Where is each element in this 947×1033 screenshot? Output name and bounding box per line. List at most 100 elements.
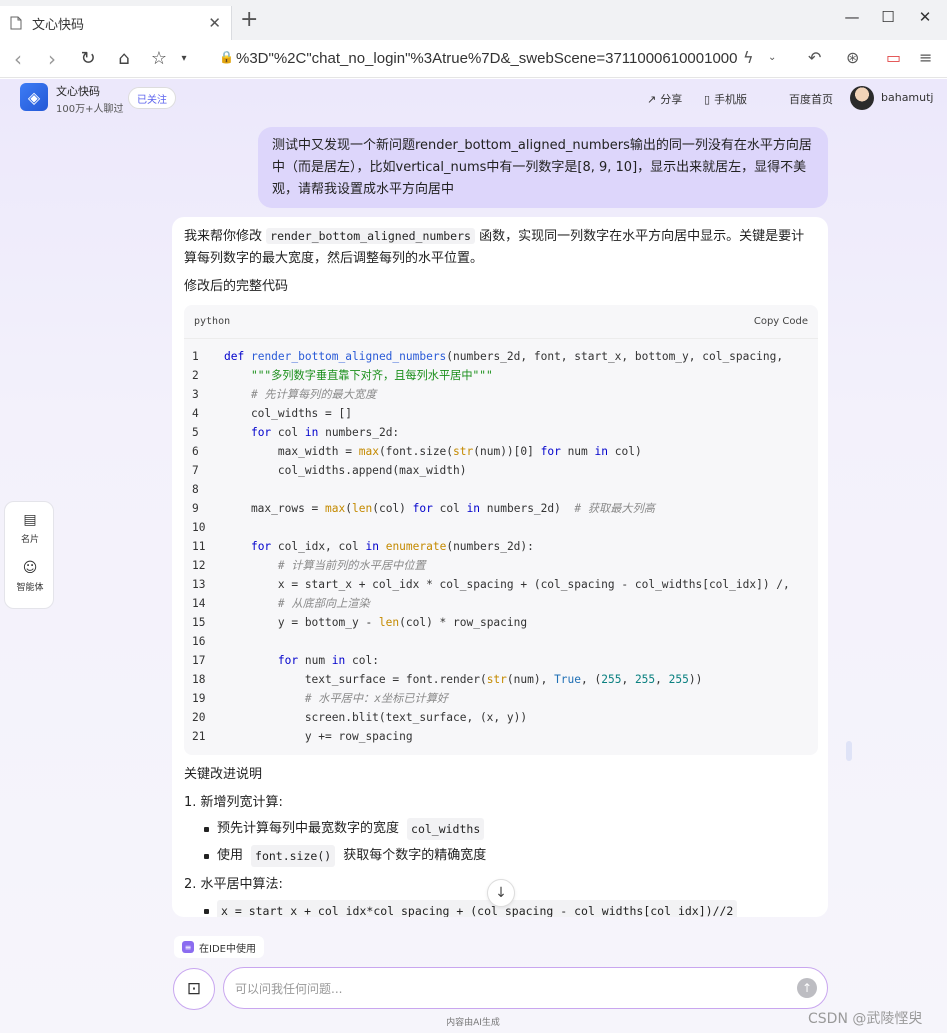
page-icon <box>10 16 24 30</box>
minimize-icon[interactable]: — <box>832 8 872 26</box>
code-body: 1 def render_bottom_aligned_numbers(numbe… <box>184 339 818 746</box>
brand-name[interactable]: 文心快码 <box>56 83 100 99</box>
mobile-version-button[interactable]: ▯ 手机版 <box>704 91 747 107</box>
line-number: 10 <box>192 521 206 534</box>
line-code: col_widths.append(max_width) <box>224 464 467 477</box>
code-line: 4 col_widths = [] <box>184 404 818 423</box>
code-line: 11 for col_idx, col in enumerate(numbers… <box>184 537 818 556</box>
extension-icon[interactable]: ⊛ <box>846 48 859 67</box>
code-line: 18 text_surface = font.render(str(num), … <box>184 670 818 689</box>
bullet-icon <box>204 826 209 832</box>
assistant-answer: 我来帮你修改 render_bottom_aligned_numbers 函数，… <box>172 217 828 917</box>
comment-icon[interactable]: ▭ <box>886 48 901 67</box>
line-code: max_width = max(font.size(str(num))[0] f… <box>224 445 642 458</box>
share-icon: ↗ <box>647 92 657 106</box>
share-button[interactable]: ↗ 分享 <box>647 91 682 107</box>
address-bar: ‹ › ↻ ⌂ ☆ ▾ 🔒 %3D"%2C"chat_no_login"%3At… <box>0 40 947 78</box>
plugin-icon: ⊡ <box>186 979 202 999</box>
code-line: 5 for col in numbers_2d: <box>184 423 818 442</box>
code-line: 17 for num in col: <box>184 651 818 670</box>
line-number: 2 <box>192 369 199 382</box>
browser-tabbar: 文心快码 ✕ + — ☐ ✕ <box>0 0 947 40</box>
line-code: screen.blit(text_surface, (x, y)) <box>224 711 528 724</box>
lightning-icon[interactable]: ϟ <box>743 48 754 67</box>
brand-logo-icon[interactable]: ◈ <box>20 83 48 111</box>
line-number: 3 <box>192 388 199 401</box>
plugin-button[interactable]: ⊡ <box>173 968 215 1010</box>
copy-code-button[interactable]: Copy Code <box>754 316 808 327</box>
line-number: 19 <box>192 692 206 705</box>
url-field[interactable]: %3D"%2C"chat_no_login"%3Atrue%7D&_swebSc… <box>236 50 741 67</box>
username[interactable]: bahamutj <box>881 91 934 104</box>
follow-button[interactable]: 已关注 <box>128 87 176 109</box>
explain-subitem: 预先计算每列中最宽数字的宽度 col_widths <box>204 818 818 840</box>
answer-intro: 我来帮你修改 render_bottom_aligned_numbers 函数，… <box>184 228 805 266</box>
line-number: 14 <box>192 597 206 610</box>
bookmark-star-icon[interactable]: ☆ <box>147 47 171 71</box>
user-message: 测试中又发现一个新问题render_bottom_aligned_numbers… <box>258 127 828 208</box>
line-number: 17 <box>192 654 206 667</box>
maximize-icon[interactable]: ☐ <box>868 8 908 26</box>
chevron-down-icon[interactable]: ▾ <box>172 47 196 71</box>
line-code: for col in numbers_2d: <box>250 426 400 439</box>
back-icon[interactable]: ‹ <box>6 47 30 71</box>
line-code: max_rows = max(len(col) for col in numbe… <box>224 502 655 515</box>
line-code: def render_bottom_aligned_numbers(number… <box>224 350 784 363</box>
line-number: 7 <box>192 464 199 477</box>
send-button[interactable]: ↑ <box>797 978 817 998</box>
chat-input-box: ↑ <box>223 967 828 1009</box>
line-number: 15 <box>192 616 206 629</box>
card-icon: ▤ <box>23 512 37 528</box>
forward-icon[interactable]: › <box>40 47 64 71</box>
line-code: y += row_spacing <box>224 730 413 743</box>
code-line: 3 # 先计算每列的最大宽度 <box>184 385 818 404</box>
line-code: for col_idx, col in enumerate(numbers_2d… <box>250 540 534 553</box>
tab-title: 文心快码 <box>32 17 85 33</box>
close-window-icon[interactable]: ✕ <box>905 8 945 26</box>
scroll-down-button[interactable]: ↓ <box>487 879 515 907</box>
side-panel: ▤ 名片 ☺ 智能体 <box>4 501 54 609</box>
line-number: 11 <box>192 540 206 553</box>
line-code: # 计算当前列的水平居中位置 <box>277 559 426 572</box>
line-number: 6 <box>192 445 199 458</box>
line-code: # 先计算每列的最大宽度 <box>250 388 377 401</box>
code-line: 10 <box>184 518 818 537</box>
baidu-home-link[interactable]: 百度首页 <box>789 91 833 107</box>
home-icon[interactable]: ⌂ <box>112 47 136 71</box>
arrow-down-icon: ↓ <box>495 885 507 901</box>
line-number: 16 <box>192 635 206 648</box>
menu-icon[interactable]: ≡ <box>919 48 932 67</box>
code-line: 2 """多列数字垂直靠下对齐，且每列水平居中""" <box>184 366 818 385</box>
browser-tab[interactable]: 文心快码 ✕ <box>0 6 232 40</box>
chevron-down-icon[interactable]: ⌄ <box>768 52 776 63</box>
agent-icon: ☺ <box>22 560 38 576</box>
code-line: 20 screen.blit(text_surface, (x, y)) <box>184 708 818 727</box>
line-number: 5 <box>192 426 199 439</box>
reload-icon[interactable]: ↻ <box>76 47 100 71</box>
watermark: CSDN @武陵悭臾 <box>808 1011 923 1027</box>
line-number: 9 <box>192 502 199 515</box>
side-card-button[interactable]: ▤ 名片 <box>5 512 55 545</box>
code-line: 21 y += row_spacing <box>184 727 818 746</box>
explain-heading: 关键改进说明 <box>184 767 263 782</box>
undo-icon[interactable]: ↶ <box>808 48 821 67</box>
line-number: 4 <box>192 407 199 420</box>
line-number: 8 <box>192 483 199 496</box>
line-number: 12 <box>192 559 206 572</box>
chat-input[interactable] <box>235 979 775 999</box>
code-line: 16 <box>184 632 818 651</box>
line-code: x = start_x + col_idx * col_spacing + (c… <box>224 578 790 591</box>
side-agent-button[interactable]: ☺ 智能体 <box>5 560 55 593</box>
code-line: 12 # 计算当前列的水平居中位置 <box>184 556 818 575</box>
line-code: # 从底部向上渲染 <box>277 597 370 610</box>
scrollbar-thumb[interactable] <box>846 741 852 761</box>
close-tab-icon[interactable]: ✕ <box>208 14 221 32</box>
code-line: 1 def render_bottom_aligned_numbers(numbe… <box>184 347 818 366</box>
code-line: 14 # 从底部向上渲染 <box>184 594 818 613</box>
avatar[interactable] <box>850 86 874 110</box>
code-language: python <box>194 316 231 327</box>
line-number: 1 <box>192 350 199 363</box>
use-in-ide-chip[interactable]: ≡ 在IDE中使用 <box>174 936 264 958</box>
line-code: text_surface = font.render(str(num), Tru… <box>224 673 703 686</box>
new-tab-icon[interactable]: + <box>240 9 258 31</box>
